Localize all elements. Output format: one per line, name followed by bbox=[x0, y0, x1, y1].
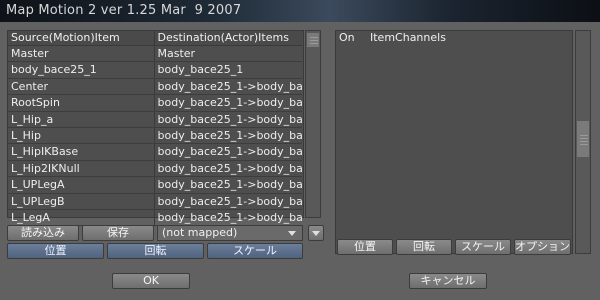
mapping-table-scrollbar[interactable] bbox=[305, 30, 321, 218]
destination-item-cell[interactable]: Master bbox=[155, 46, 302, 61]
destination-item-cell[interactable]: body_bace25_1->body_bace•• bbox=[155, 79, 302, 94]
position-button[interactable]: 位置 bbox=[7, 243, 104, 259]
channel-scale-button[interactable]: スケール bbox=[455, 239, 511, 255]
scrollbar-thumb[interactable] bbox=[307, 33, 319, 47]
destination-item-cell[interactable]: body_bace25_1->body_bace•• bbox=[155, 95, 302, 110]
item-channels-column-header[interactable]: ItemChannels bbox=[367, 31, 446, 45]
scrollbar-thumb[interactable] bbox=[577, 121, 589, 157]
source-item-cell: L_LegA bbox=[8, 209, 155, 226]
destination-item-cell[interactable]: body_bace25_1->body_bace•• bbox=[155, 177, 302, 192]
source-item-cell: Master bbox=[8, 46, 155, 62]
source-item-cell: L_Hip2IKNull bbox=[8, 160, 155, 177]
load-button[interactable]: 読み込み bbox=[7, 225, 79, 241]
source-item-cell: L_Hip bbox=[8, 127, 155, 144]
dialog-body: Source(Motion)Item Destination(Actor)Ite… bbox=[0, 22, 600, 300]
destination-item-cell[interactable]: body_bace25_1->body_bace•• bbox=[155, 144, 302, 159]
source-item-cell: L_UPLegB bbox=[8, 193, 155, 209]
source-item-cell: L_HipIKBase bbox=[8, 144, 155, 160]
destination-items-column-header[interactable]: Destination(Actor)Items bbox=[155, 31, 302, 45]
mapping-table-header: Source(Motion)Item Destination(Actor)Ite… bbox=[8, 31, 302, 46]
chevron-down-icon bbox=[288, 231, 296, 236]
destination-item-cell[interactable]: body_bace25_1->body_bace•• bbox=[155, 112, 302, 127]
table-row[interactable]: L_UPLegBbody_bace25_1->body_bace•• bbox=[8, 193, 302, 210]
table-row[interactable]: L_Hip2IKNullbody_bace25_1->body_bace•• bbox=[8, 160, 302, 178]
window-title: Map Motion 2 ver 1.25 Mar 9 2007 bbox=[6, 3, 242, 18]
mapping-table[interactable]: Source(Motion)Item Destination(Actor)Ite… bbox=[8, 31, 302, 227]
save-button[interactable]: 保存 bbox=[82, 225, 154, 241]
cancel-button[interactable]: キャンセル bbox=[409, 273, 487, 289]
table-row[interactable]: L_HipIKBasebody_bace25_1->body_bace•• bbox=[8, 144, 302, 161]
table-row[interactable]: L_Hipbody_bace25_1->body_bace•• bbox=[8, 127, 302, 145]
item-channels-pane[interactable]: On ItemChannels bbox=[335, 30, 573, 254]
chevron-down-icon bbox=[312, 231, 320, 236]
mapping-menu-button[interactable] bbox=[308, 225, 324, 241]
title-bar: Map Motion 2 ver 1.25 Mar 9 2007 bbox=[0, 0, 600, 22]
scale-button[interactable]: スケール bbox=[207, 243, 303, 259]
destination-item-cell[interactable]: body_bace25_1->body_bace•• bbox=[155, 161, 302, 176]
table-row[interactable]: L_LegAbody_bace25_1->body_bace•• bbox=[8, 209, 302, 227]
destination-item-cell[interactable]: body_bace25_1->body_bace•• bbox=[155, 128, 302, 143]
source-item-cell: L_Hip_a bbox=[8, 111, 155, 127]
item-channels-header: On ItemChannels bbox=[336, 31, 572, 45]
destination-item-cell[interactable]: body_bace25_1->body_bace•• bbox=[155, 194, 302, 209]
item-channels-scrollbar[interactable] bbox=[575, 30, 591, 254]
source-item-cell: Center bbox=[8, 78, 155, 95]
destination-item-cell[interactable]: body_bace25_1 bbox=[155, 62, 302, 77]
rotation-button[interactable]: 回転 bbox=[107, 243, 204, 259]
on-column-header[interactable]: On bbox=[336, 31, 367, 45]
table-row[interactable]: body_bace25_1 body_bace25_1 bbox=[8, 62, 302, 79]
table-row[interactable]: RootSpinbody_bace25_1->body_bace•• bbox=[8, 95, 302, 112]
mapping-select[interactable]: (not mapped) bbox=[157, 225, 303, 241]
options-button[interactable]: オプション bbox=[514, 239, 571, 255]
source-item-cell: L_UPLegA bbox=[8, 177, 155, 193]
source-item-cell: RootSpin bbox=[8, 95, 155, 111]
table-row[interactable]: L_Hip_abody_bace25_1->body_bace•• bbox=[8, 111, 302, 128]
destination-item-cell[interactable]: body_bace25_1->body_bace•• bbox=[155, 210, 302, 225]
table-row[interactable]: Centerbody_bace25_1->body_bace•• bbox=[8, 78, 302, 96]
mapping-select-value: (not mapped) bbox=[162, 226, 238, 239]
channel-rotation-button[interactable]: 回転 bbox=[396, 239, 452, 255]
source-item-column-header[interactable]: Source(Motion)Item bbox=[8, 31, 155, 45]
table-row[interactable]: Master Master bbox=[8, 46, 302, 63]
ok-button[interactable]: OK bbox=[112, 273, 190, 289]
source-item-cell: body_bace25_1 bbox=[8, 62, 155, 78]
table-row[interactable]: L_UPLegAbody_bace25_1->body_bace•• bbox=[8, 177, 302, 194]
channel-position-button[interactable]: 位置 bbox=[337, 239, 393, 255]
